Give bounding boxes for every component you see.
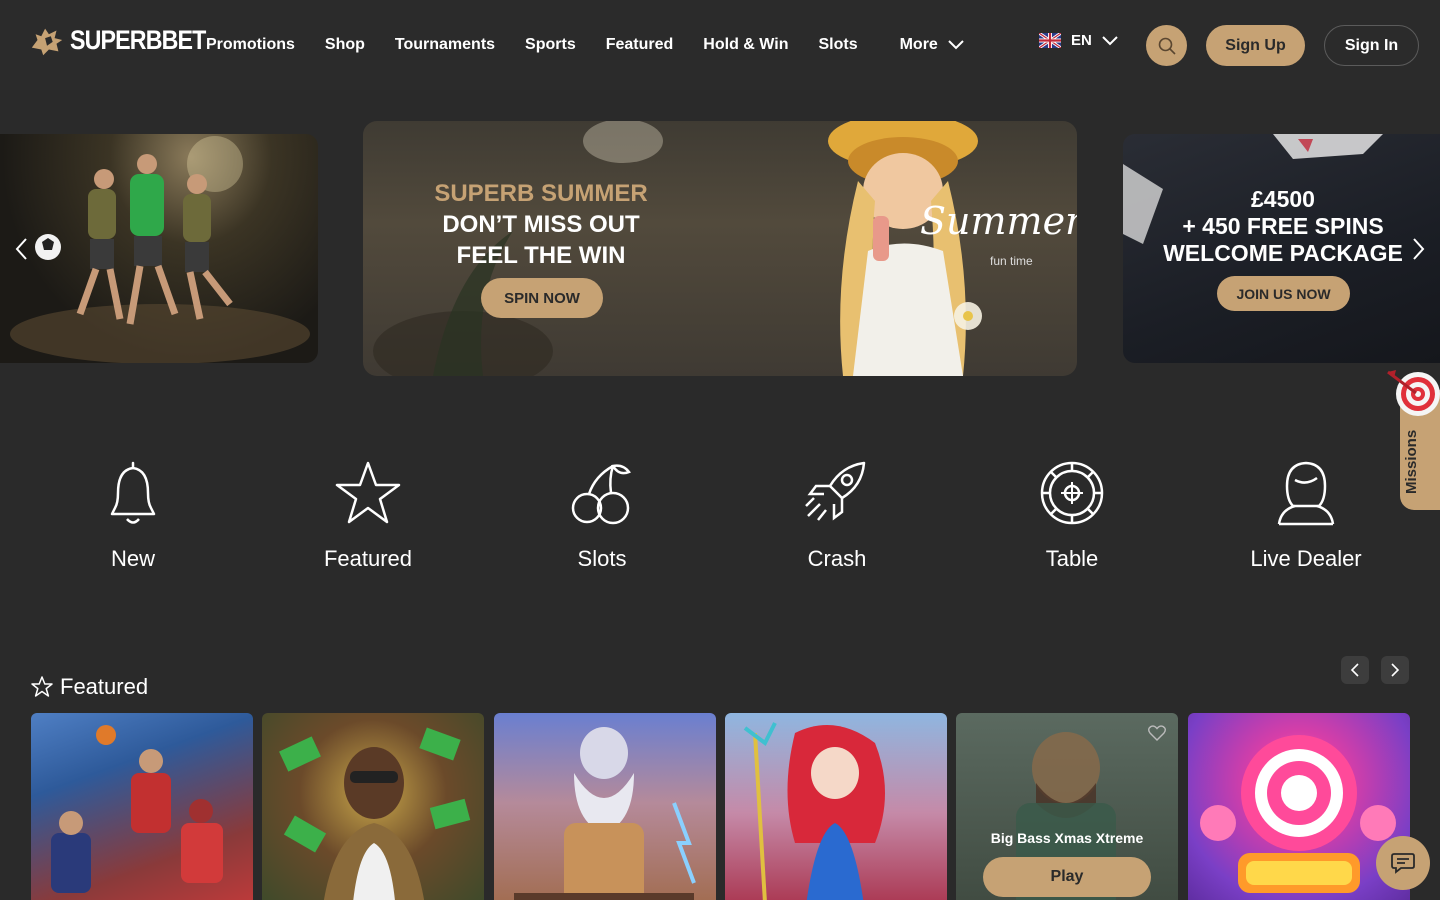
sign-in-button[interactable]: Sign In xyxy=(1324,25,1419,66)
summer-script-text: Summer xyxy=(920,199,1077,243)
uk-flag-icon xyxy=(1039,33,1061,48)
game-tile-anime-heroine[interactable] xyxy=(725,713,947,900)
featured-next-button[interactable] xyxy=(1381,656,1409,684)
live-chat-button[interactable] xyxy=(1376,836,1430,890)
spin-now-button[interactable]: SPIN NOW xyxy=(481,278,603,318)
chevron-right-icon xyxy=(1391,663,1400,677)
search-icon xyxy=(1158,37,1176,55)
chevron-left-icon xyxy=(1350,663,1359,677)
star-icon xyxy=(335,461,401,524)
join-us-now-button[interactable]: JOIN US NOW xyxy=(1217,276,1350,311)
welcome-free-spins: + 450 FREE SPINS xyxy=(1182,213,1384,239)
sign-up-button[interactable]: Sign Up xyxy=(1206,25,1305,66)
rocket-icon xyxy=(805,461,866,521)
sports-athletes-image xyxy=(51,725,223,893)
superbbet-logo[interactable]: SUPERBBET xyxy=(28,20,228,60)
featured-section-title: Featured xyxy=(60,674,149,699)
top-header: SUPERBBET Promotions Shop Tournaments Sp… xyxy=(0,0,1440,90)
game-tile-sports-heroes[interactable] xyxy=(31,713,253,900)
summer-promo-text: SUPERB SUMMER DON’T MISS OUT FEEL THE WI… xyxy=(388,178,694,271)
welcome-package-text: £4500 + 450 FREE SPINS WELCOME PACKAGE xyxy=(1140,186,1426,267)
chevron-down-icon xyxy=(948,40,964,50)
language-code: EN xyxy=(1071,32,1092,49)
category-label: Featured xyxy=(323,546,413,571)
play-button[interactable]: Play xyxy=(983,857,1151,897)
promo-subline-2: FEEL THE WIN xyxy=(456,242,626,269)
carousel-next-arrow-icon[interactable] xyxy=(1410,237,1426,261)
cherries-icon xyxy=(571,464,631,525)
main-nav: Promotions Shop Tournaments Sports Featu… xyxy=(206,0,994,90)
category-label: Slots xyxy=(577,546,627,571)
target-dart-icon xyxy=(1387,370,1440,416)
nav-more-dropdown[interactable]: More xyxy=(900,36,964,54)
rapper-with-cash-image xyxy=(279,727,471,900)
nav-hold-and-win[interactable]: Hold & Win xyxy=(703,36,788,54)
chat-bubble-icon xyxy=(1391,853,1415,874)
chevron-down-icon xyxy=(1102,35,1118,45)
category-label: Table xyxy=(1045,546,1099,571)
welcome-amount: £4500 xyxy=(1251,186,1315,212)
anime-girl-image xyxy=(743,722,885,900)
star-icon xyxy=(31,676,53,697)
category-new[interactable]: New xyxy=(33,458,233,572)
featured-prev-button[interactable] xyxy=(1341,656,1369,684)
nav-tournaments[interactable]: Tournaments xyxy=(395,36,495,54)
nav-shop[interactable]: Shop xyxy=(325,36,365,54)
search-button[interactable] xyxy=(1146,25,1187,66)
game-title: Big Bass Xmas Xtreme xyxy=(990,830,1144,846)
bell-icon xyxy=(110,461,156,524)
category-table[interactable]: Table xyxy=(972,458,1172,572)
category-label: Crash xyxy=(807,546,867,571)
nav-sports[interactable]: Sports xyxy=(525,36,576,54)
promo-headline: SUPERB SUMMER xyxy=(434,180,648,207)
language-selector[interactable]: EN xyxy=(1039,32,1118,49)
zeus-image xyxy=(514,727,696,900)
sports-banner-slide[interactable] xyxy=(0,134,318,363)
nav-more-label: More xyxy=(899,36,938,53)
favorite-heart-icon[interactable] xyxy=(1148,725,1166,741)
game-tile-gates-of-olympus[interactable] xyxy=(494,713,716,900)
category-slots[interactable]: Slots xyxy=(502,458,702,572)
roulette-wheel-icon xyxy=(1040,461,1104,525)
carousel-prev-arrow-icon[interactable] xyxy=(14,237,30,261)
featured-section-header: Featured xyxy=(30,674,148,700)
football-players-image xyxy=(10,136,310,363)
promo-subline-1: DON’T MISS OUT xyxy=(442,211,640,238)
lion-logo-icon xyxy=(31,28,63,56)
dealer-person-icon xyxy=(1277,461,1335,526)
category-live-dealer[interactable]: Live Dealer xyxy=(1206,458,1406,572)
fun-time-text: fun time xyxy=(990,254,1033,268)
category-crash[interactable]: Crash xyxy=(737,458,937,572)
welcome-package-label: WELCOME PACKAGE xyxy=(1163,240,1403,266)
nav-slots[interactable]: Slots xyxy=(818,36,857,54)
game-tile-big-bass-xmas-xtreme[interactable]: Big Bass Xmas Xtreme Play xyxy=(956,713,1178,900)
game-tile-money-rapper[interactable] xyxy=(262,713,484,900)
category-label: Live Dealer xyxy=(1250,546,1362,571)
category-featured[interactable]: Featured xyxy=(268,458,468,572)
nav-featured[interactable]: Featured xyxy=(606,36,674,54)
category-label: New xyxy=(110,546,155,571)
logo-wordmark: SUPERBBET xyxy=(70,24,206,55)
nav-promotions[interactable]: Promotions xyxy=(206,36,295,54)
